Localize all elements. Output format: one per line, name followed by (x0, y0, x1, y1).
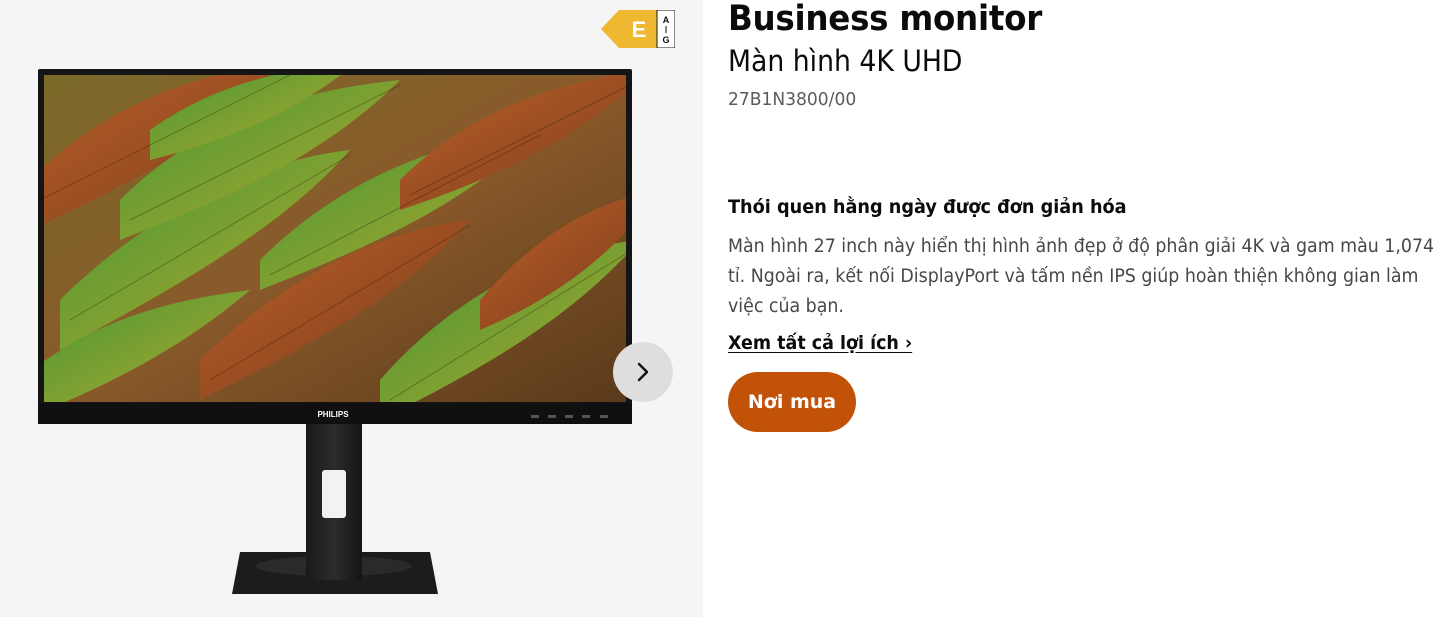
product-title: Business monitor (728, 0, 1042, 39)
energy-class-value: E (632, 17, 647, 42)
svg-text:PHILIPS: PHILIPS (317, 410, 349, 419)
product-subtitle: Màn hình 4K UHD (728, 44, 963, 78)
gallery-next-button[interactable] (613, 342, 673, 402)
product-model-number: 27B1N3800/00 (728, 89, 857, 110)
see-all-benefits-link[interactable]: Xem tất cả lợi ích › (728, 332, 912, 354)
energy-label[interactable]: E A G (601, 10, 675, 48)
benefit-heading: Thói quen hằng ngày được đơn giản hóa (728, 196, 1127, 218)
benefit-description: Màn hình 27 inch này hiển thị hình ảnh đ… (728, 236, 1435, 317)
where-to-buy-button[interactable]: Nơi mua (728, 372, 856, 432)
product-gallery: PHILIPS E A G (0, 0, 703, 617)
energy-scale-top: A (663, 15, 670, 25)
product-image: PHILIPS (38, 69, 632, 594)
energy-scale-bottom: G (662, 35, 669, 45)
energy-class-badge: E A G (601, 10, 675, 48)
chevron-right-icon (637, 362, 649, 382)
